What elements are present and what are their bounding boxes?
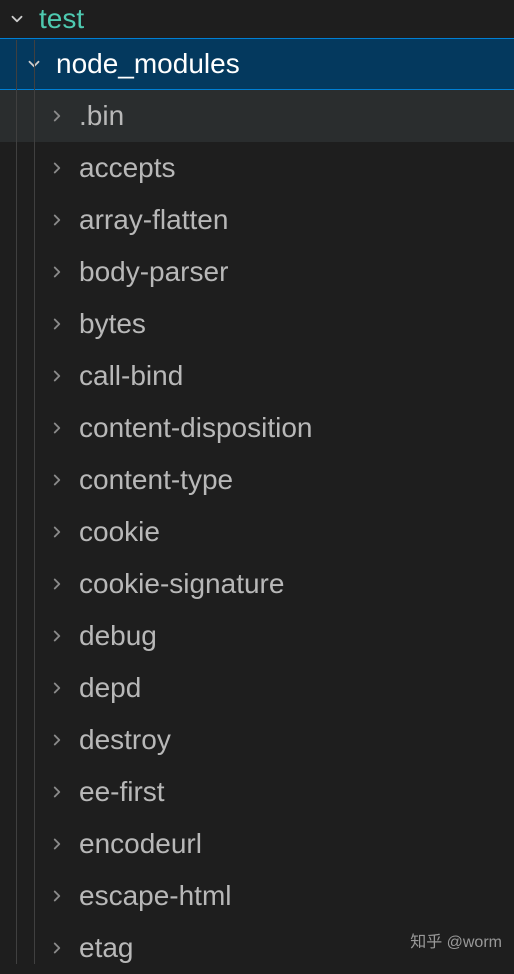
chevron-right-icon — [45, 520, 69, 544]
chevron-right-icon — [45, 260, 69, 284]
folder-label: content-disposition — [79, 412, 312, 444]
folder-label: array-flatten — [79, 204, 228, 236]
folder-label: test — [39, 3, 84, 35]
folder-item[interactable]: depd — [0, 662, 514, 714]
folder-label: bytes — [79, 308, 146, 340]
chevron-right-icon — [45, 884, 69, 908]
folder-item[interactable]: escape-html — [0, 870, 514, 922]
subfolder-list: .bin accepts array-flatten body-parser bytes… — [0, 90, 514, 974]
folder-item[interactable]: destroy — [0, 714, 514, 766]
folder-label: destroy — [79, 724, 171, 756]
folder-label: content-type — [79, 464, 233, 496]
chevron-right-icon — [45, 624, 69, 648]
folder-item[interactable]: cookie — [0, 506, 514, 558]
folder-label: ee-first — [79, 776, 165, 808]
folder-label: accepts — [79, 152, 176, 184]
folder-node-modules[interactable]: node_modules — [0, 38, 514, 90]
folder-label: encodeurl — [79, 828, 202, 860]
chevron-right-icon — [45, 468, 69, 492]
folder-label: body-parser — [79, 256, 228, 288]
folder-item[interactable]: call-bind — [0, 350, 514, 402]
folder-label: debug — [79, 620, 157, 652]
folder-item[interactable]: ee-first — [0, 766, 514, 818]
folder-label: call-bind — [79, 360, 183, 392]
folder-label: escape-html — [79, 880, 232, 912]
folder-item[interactable]: cookie-signature — [0, 558, 514, 610]
file-explorer-tree: test node_modules .bin accepts array-flatt… — [0, 0, 514, 964]
chevron-right-icon — [45, 832, 69, 856]
chevron-right-icon — [45, 104, 69, 128]
chevron-right-icon — [45, 936, 69, 960]
folder-item[interactable]: content-disposition — [0, 402, 514, 454]
folder-item[interactable]: body-parser — [0, 246, 514, 298]
folder-item[interactable]: array-flatten — [0, 194, 514, 246]
folder-label: etag — [79, 932, 134, 964]
chevron-right-icon — [45, 208, 69, 232]
chevron-right-icon — [45, 728, 69, 752]
folder-item[interactable]: accepts — [0, 142, 514, 194]
folder-item[interactable]: encodeurl — [0, 818, 514, 870]
folder-item[interactable]: bytes — [0, 298, 514, 350]
watermark: 知乎 @worm — [410, 928, 502, 952]
folder-root[interactable]: test — [0, 0, 514, 38]
chevron-down-icon — [5, 7, 29, 31]
folder-label: depd — [79, 672, 141, 704]
chevron-right-icon — [45, 572, 69, 596]
folder-label: node_modules — [56, 48, 240, 80]
chevron-right-icon — [45, 312, 69, 336]
folder-label: cookie — [79, 516, 160, 548]
folder-label: cookie-signature — [79, 568, 284, 600]
folder-item[interactable]: .bin — [0, 90, 514, 142]
chevron-right-icon — [45, 676, 69, 700]
folder-item[interactable]: debug — [0, 610, 514, 662]
folder-label: .bin — [79, 100, 124, 132]
indent-guide — [34, 40, 35, 964]
chevron-right-icon — [45, 364, 69, 388]
chevron-right-icon — [45, 156, 69, 180]
chevron-right-icon — [45, 416, 69, 440]
indent-guide — [16, 40, 17, 964]
chevron-right-icon — [45, 780, 69, 804]
folder-item[interactable]: content-type — [0, 454, 514, 506]
